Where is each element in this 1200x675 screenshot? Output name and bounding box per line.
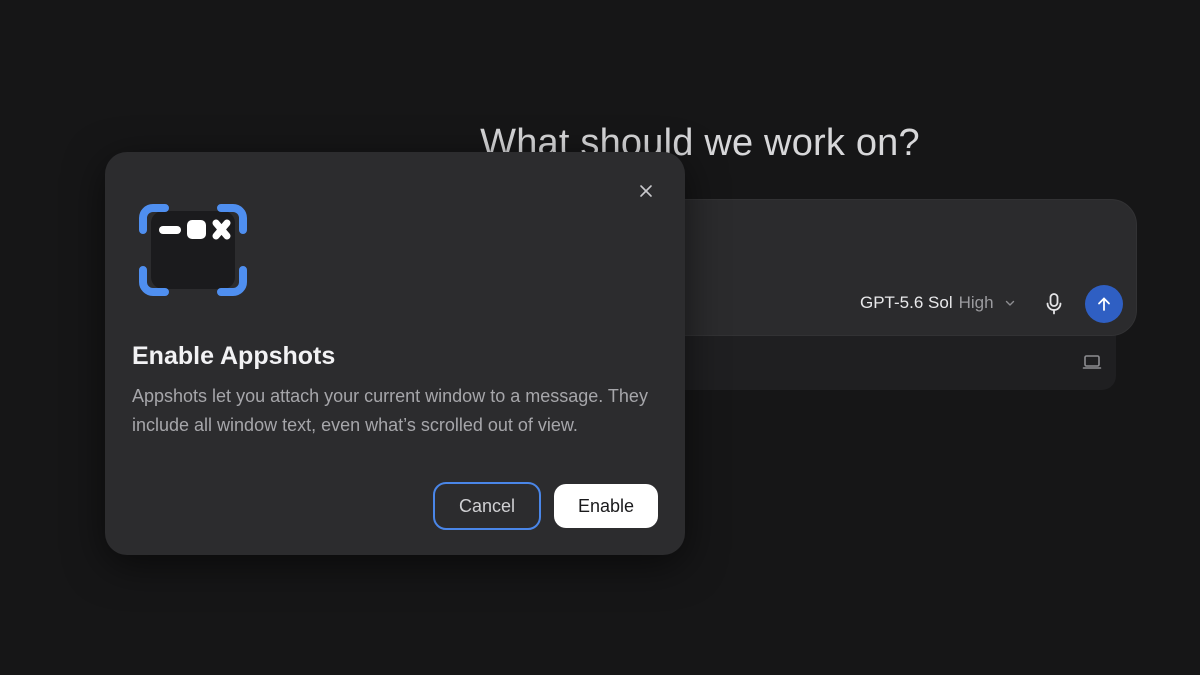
appshots-icon: [139, 204, 247, 296]
app-window: What should we work on? GPT-5.6 Sol High: [0, 0, 1200, 675]
enable-button[interactable]: Enable: [554, 484, 658, 528]
close-icon: [640, 185, 652, 197]
arrow-up-icon: [1098, 297, 1110, 311]
enable-appshots-dialog: Enable Appshots Appshots let you attach …: [105, 152, 685, 555]
microphone-icon[interactable]: [1043, 292, 1065, 316]
model-picker[interactable]: GPT-5.6 Sol High: [860, 293, 1016, 313]
send-button[interactable]: [1085, 285, 1123, 323]
cancel-button[interactable]: Cancel: [433, 482, 541, 530]
chevron-down-icon: [1005, 300, 1014, 306]
laptop-icon[interactable]: [1082, 352, 1102, 372]
composer-footer: [620, 334, 1116, 390]
dialog-description: Appshots let you attach your current win…: [132, 386, 648, 435]
model-name: GPT-5.6 Sol: [860, 293, 953, 312]
dialog-title: Enable Appshots: [132, 342, 336, 370]
close-button[interactable]: [635, 180, 657, 202]
model-effort: High: [958, 293, 994, 312]
